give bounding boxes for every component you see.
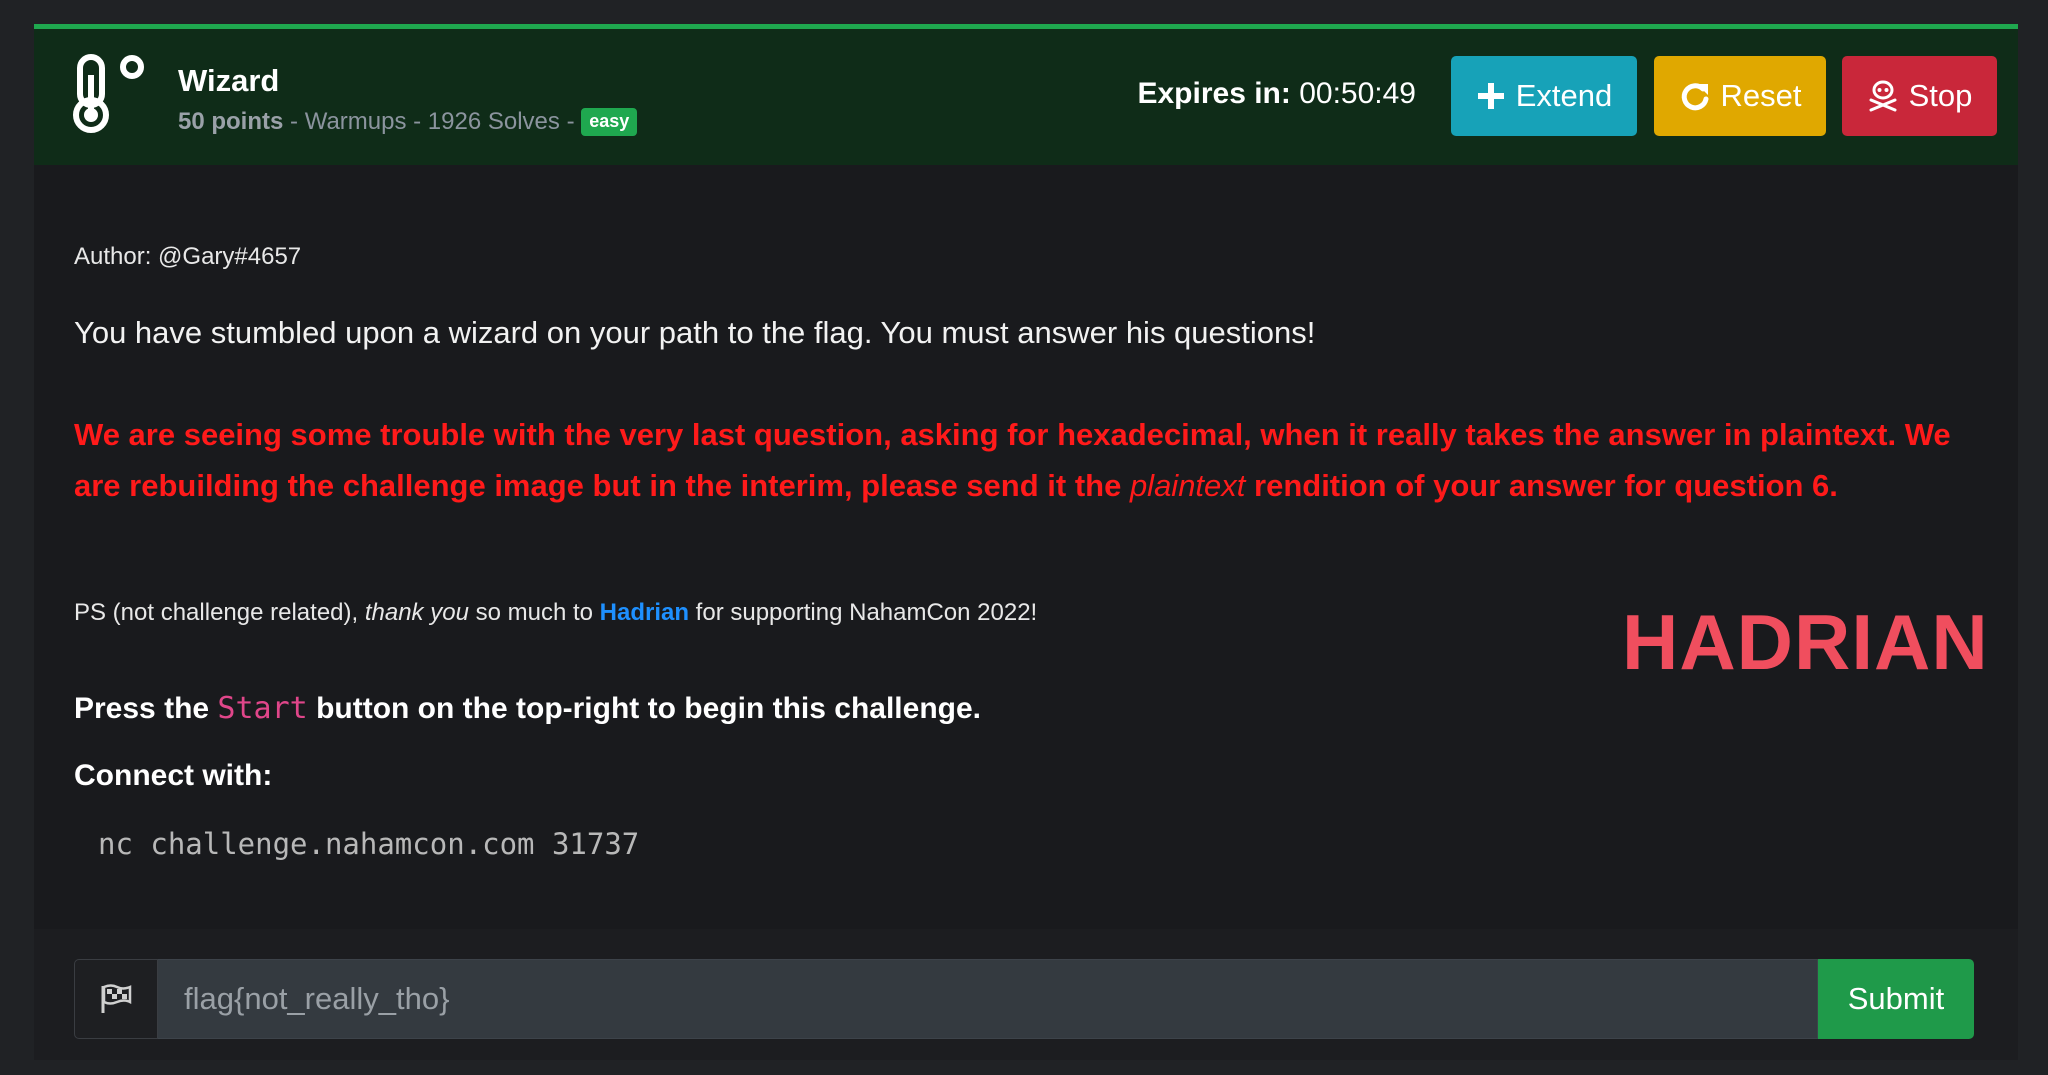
thermometer-icon (73, 54, 144, 133)
challenge-title: Wizard (178, 63, 280, 98)
ps-text-mid: so much to (468, 599, 600, 626)
author-line: Author: @Gary#4657 (74, 243, 302, 270)
press-text-end: button on the top-right to begin this ch… (307, 692, 981, 725)
start-instruction: Press the Start button on the top-right … (74, 691, 981, 726)
challenge-header: Wizard 50 points - Warmups - 1926 Solves… (34, 29, 2018, 165)
extend-label: Extend (1515, 78, 1613, 113)
hadrian-logo: HADRIAN (1622, 598, 1989, 686)
submit-button[interactable]: Submit (1818, 959, 1974, 1039)
stop-label: Stop (1908, 78, 1973, 113)
flag-input[interactable] (158, 959, 1818, 1039)
connect-label: Connect with: (74, 759, 273, 792)
press-text-start: Press the (74, 692, 218, 725)
challenge-points: 50 points (178, 108, 284, 135)
flag-addon (74, 959, 158, 1039)
challenge-meta-text: - Warmups - 1926 Solves - (283, 108, 582, 135)
flag-submit-area: Submit (34, 929, 2018, 1060)
description-text: You have stumbled upon a wizard on your … (74, 315, 1316, 350)
reset-label: Reset (1720, 78, 1802, 113)
ps-emphasis: thank you (364, 599, 469, 626)
connect-command: nc challenge.nahamcon.com 31737 (98, 827, 640, 861)
ps-text-end: for supporting NahamCon 2022! (689, 599, 1038, 626)
challenge-card: Wizard 50 points - Warmups - 1926 Solves… (34, 24, 2018, 1060)
challenge-meta: 50 points - Warmups - 1926 Solves - easy (178, 108, 638, 136)
expiry-label: Expires in: (1137, 77, 1291, 110)
expiry-timer: Expires in: 00:50:49 (1137, 77, 1416, 111)
warning-notice: We are seeing some trouble with the very… (74, 409, 1989, 511)
plus-icon (1477, 83, 1504, 109)
ps-text-start: PS (not challenge related), (74, 599, 365, 626)
refresh-icon (1681, 83, 1708, 111)
checkered-flag-icon (101, 984, 132, 1013)
skull-crossbones-icon (1869, 80, 1897, 112)
difficulty-badge: easy (581, 108, 638, 136)
stop-button[interactable]: Stop (1842, 56, 1997, 136)
expiry-value: 00:50:49 (1290, 77, 1416, 110)
extend-button[interactable]: Extend (1451, 56, 1637, 136)
warning-emphasis: plaintext (1129, 468, 1246, 503)
sponsor-note: PS (not challenge related), thank you so… (74, 599, 1037, 627)
flag-form: Submit (74, 959, 1974, 1039)
warning-text-end: rendition of your answer for question 6. (1245, 468, 1838, 503)
start-code: Start (217, 691, 308, 726)
reset-button[interactable]: Reset (1654, 56, 1826, 136)
hadrian-link[interactable]: Hadrian (600, 599, 689, 626)
